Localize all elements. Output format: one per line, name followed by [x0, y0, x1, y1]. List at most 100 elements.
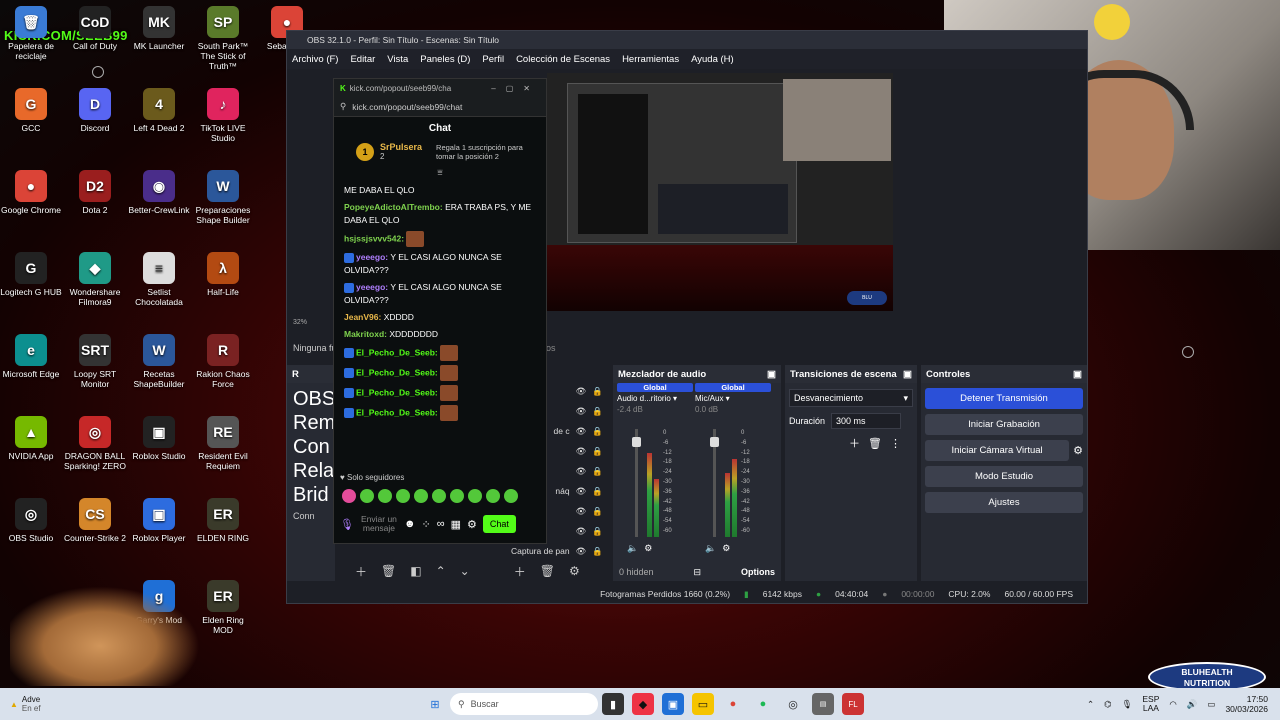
gear-icon[interactable]: ⚙: [467, 518, 477, 531]
eye-icon[interactable]: 👁: [576, 506, 587, 517]
desktop-icon[interactable]: CoD Call of Duty: [64, 6, 126, 51]
chat-input[interactable]: Enviar un mensaje: [360, 515, 398, 533]
chat-send-button[interactable]: Chat: [482, 515, 516, 533]
volume-icon[interactable]: 🔊: [1187, 699, 1198, 710]
control-button[interactable]: Detener Transmisión: [925, 388, 1083, 409]
emote-icon[interactable]: [396, 489, 410, 503]
obs-preview[interactable]: BLU: [547, 73, 893, 311]
chat-username[interactable]: El_Pecho_De_Seeb:: [356, 407, 438, 417]
desktop-icon[interactable]: ◎ DRAGON BALL Sparking! ZERO: [64, 416, 126, 471]
desktop-icon[interactable]: ◉ Better-CrewLink: [128, 170, 190, 215]
desktop-icon[interactable]: D2 Dota 2: [64, 170, 126, 215]
volume-icon[interactable]: 🔈: [705, 543, 722, 553]
menu-item[interactable]: Paneles (D): [420, 54, 470, 65]
desktop-icon[interactable]: e Microsoft Edge: [0, 334, 62, 379]
emote-icon[interactable]: [342, 489, 356, 503]
transition-select[interactable]: Desvanecimiento ▾: [789, 389, 913, 407]
chrome-taskbar-icon[interactable]: ●: [722, 693, 744, 715]
mixer-layout-icon[interactable]: ⊟: [694, 567, 702, 578]
control-button[interactable]: Ajustes: [925, 492, 1083, 513]
menu-item[interactable]: Archivo (F): [292, 54, 338, 65]
gear-icon[interactable]: ⚙: [722, 543, 736, 553]
eye-icon[interactable]: 👁: [576, 486, 587, 497]
expand-icon[interactable]: ⩸: [334, 167, 546, 178]
network-icon[interactable]: ⌬: [1104, 699, 1111, 710]
desktop-icon[interactable]: ▣ Roblox Studio: [128, 416, 190, 461]
desktop-icon[interactable]: ◎ OBS Studio: [0, 498, 62, 543]
channel-name[interactable]: Mic/Aux ▾: [695, 392, 771, 405]
chat-username[interactable]: Makritoxd:: [344, 329, 387, 339]
lock-icon[interactable]: 🔒: [592, 486, 603, 497]
eye-icon[interactable]: 👁: [576, 426, 587, 437]
eye-icon[interactable]: 👁: [576, 386, 587, 397]
wifi-icon[interactable]: ◠: [1169, 699, 1176, 710]
duration-input[interactable]: 300 ms: [831, 413, 902, 429]
chat-username[interactable]: El_Pecho_De_Seeb:: [356, 347, 438, 357]
lock-icon[interactable]: 🔒: [592, 506, 603, 517]
desktop-icon[interactable]: W Recetas ShapeBuilder: [128, 334, 190, 389]
desktop-icon[interactable]: ≡ Setlist Chocolatada: [128, 252, 190, 307]
task-view-icon[interactable]: ▮: [602, 693, 624, 715]
mic-icon[interactable]: 🎙: [340, 518, 354, 531]
move-down-icon[interactable]: ⌄: [460, 564, 470, 578]
taskbar-notice[interactable]: ▲ Adve En ef: [0, 695, 420, 713]
add-source-icon-2[interactable]: ＋: [514, 563, 526, 580]
chat-username[interactable]: El_Pecho_De_Seeb:: [356, 367, 438, 377]
chat-username[interactable]: JeanV96:: [344, 312, 381, 322]
emote-icon[interactable]: [504, 489, 518, 503]
start-icon[interactable]: ⊞: [424, 693, 446, 715]
gear-icon[interactable]: ⚙: [569, 564, 580, 578]
desktop-icon[interactable]: D Discord: [64, 88, 126, 133]
volume-fader[interactable]: [632, 429, 641, 537]
fader-knob[interactable]: [632, 437, 641, 447]
add-transition-icon[interactable]: ＋: [849, 438, 868, 450]
gift-icon[interactable]: ▦: [451, 518, 461, 531]
infinity-icon[interactable]: ∞: [437, 518, 445, 530]
desktop-icon[interactable]: ER Elden Ring MOD: [192, 580, 254, 635]
fader-knob[interactable]: [710, 437, 719, 447]
desktop-icon[interactable]: G Logitech G HUB: [0, 252, 62, 297]
lock-icon[interactable]: 🔒: [592, 386, 603, 397]
store-icon[interactable]: ▣: [662, 693, 684, 715]
remove-source-icon[interactable]: 🗑: [381, 564, 396, 578]
app-icon-2[interactable]: ▤: [812, 693, 834, 715]
desktop-icon[interactable]: ▲ NVIDIA App: [0, 416, 62, 461]
emoji-icon[interactable]: ☻: [404, 518, 416, 530]
volume-icon[interactable]: 🔈: [627, 543, 644, 553]
menu-item[interactable]: Vista: [387, 54, 408, 65]
desktop-icon[interactable]: W Preparaciones Shape Builder: [192, 170, 254, 225]
desktop-icon[interactable]: ▣ Roblox Player: [128, 498, 190, 543]
desktop-icon[interactable]: SP South Park™ The Stick of Truth™: [192, 6, 254, 71]
lock-icon[interactable]: 🔒: [592, 466, 603, 477]
pinned-gift[interactable]: 1 SrPulsera 2 Regala 1 suscripción para …: [334, 140, 546, 167]
desktop-icon[interactable]: λ Half-Life: [192, 252, 254, 297]
more-icon[interactable]: ⋮: [890, 438, 909, 450]
control-button[interactable]: Modo Estudio: [925, 466, 1083, 487]
eye-icon[interactable]: 👁: [576, 406, 587, 417]
lock-icon[interactable]: 🔒: [592, 406, 603, 417]
lock-icon[interactable]: 🔒: [592, 446, 603, 457]
dock-popout-icon[interactable]: ▣: [903, 369, 912, 380]
desktop-icon[interactable]: CS Counter-Strike 2: [64, 498, 126, 543]
lock-icon[interactable]: 🔒: [592, 426, 603, 437]
control-button[interactable]: Iniciar Grabación: [925, 414, 1083, 435]
explorer-icon[interactable]: ▭: [692, 693, 714, 715]
spotify-icon[interactable]: ●: [752, 693, 774, 715]
battery-icon[interactable]: ▭: [1207, 699, 1215, 710]
emote-icon[interactable]: [450, 489, 464, 503]
eye-icon[interactable]: 👁: [576, 466, 587, 477]
mixer-options-button[interactable]: Options: [741, 567, 775, 577]
desktop-icon[interactable]: ♪ TikTok LIVE Studio: [192, 88, 254, 143]
desktop-icon[interactable]: 4 Left 4 Dead 2: [128, 88, 190, 133]
filter-icon[interactable]: ◧: [410, 564, 421, 578]
microphone-icon[interactable]: 🎙: [1122, 699, 1133, 710]
chat-username[interactable]: PopeyeAdictoAlTrembo:: [344, 202, 443, 212]
move-up-icon[interactable]: ⌃: [436, 564, 446, 578]
obs-taskbar-icon[interactable]: ◎: [782, 693, 804, 715]
emote-icon[interactable]: [378, 489, 392, 503]
menu-item[interactable]: Herramientas: [622, 54, 679, 65]
menu-item[interactable]: Ayuda (H): [691, 54, 734, 65]
lock-icon[interactable]: 🔒: [592, 546, 603, 557]
desktop-icon[interactable]: ● Google Chrome: [0, 170, 62, 215]
desktop-icon[interactable]: ER ELDEN RING: [192, 498, 254, 543]
